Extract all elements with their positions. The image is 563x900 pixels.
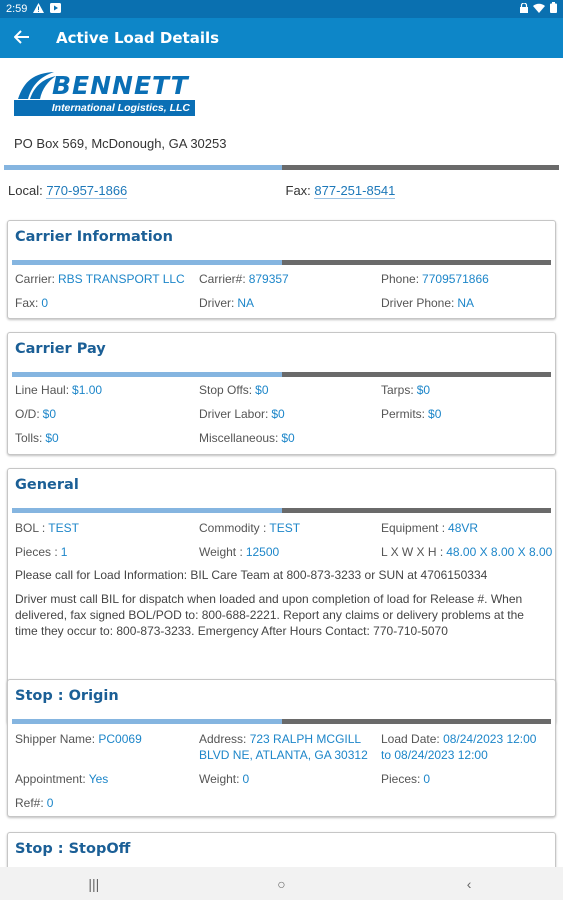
card-title: Carrier Pay [15, 341, 106, 357]
back-icon[interactable]: ‹ [439, 876, 499, 892]
dispatch-instructions: Driver must call BIL for dispatch when l… [15, 592, 524, 638]
pieces-field: Pieces: 0 [381, 772, 431, 786]
bol-field: BOL : TEST [15, 521, 79, 535]
battery-icon [550, 2, 557, 16]
load-date-field: Load Date: 08/24/2023 12:00 to 08/24/202… [381, 732, 537, 762]
od-field: O/D: $0 [15, 407, 57, 421]
driver-field: Driver: NA [199, 296, 255, 310]
card-title: Stop : StopOff [15, 841, 131, 857]
divider [12, 372, 551, 377]
permits-field: Permits: $0 [381, 407, 442, 421]
stop-stopoff-card: Stop : StopOff [7, 832, 556, 867]
recent-apps-icon[interactable]: ||| [64, 876, 124, 892]
dimensions-field: L X W X H :48.00 X 8.00 X 8.00 [381, 545, 553, 559]
card-title: Carrier Information [15, 229, 173, 245]
address-field: Address: 723 RALPH MCGILL BLVD NE, ATLAN… [199, 732, 368, 762]
tolls-field: Tolls: $0 [15, 431, 59, 445]
ref-field: Ref#: 0 [15, 796, 54, 810]
line-haul-field: Line Haul: $1.00 [15, 383, 103, 397]
fax-value: 0 [41, 296, 49, 310]
pieces-field: Pieces :1 [15, 545, 68, 559]
home-icon[interactable]: ○ [251, 876, 311, 892]
play-icon [50, 2, 62, 16]
logo-name: BENNETT [52, 71, 189, 100]
stop-offs-field: Stop Offs: $0 [199, 383, 269, 397]
card-title: General [15, 477, 79, 493]
appointment-field: Appointment: Yes [15, 772, 109, 786]
contact-row: Local: 770-957-1866 Fax: 877-251-8541 [8, 183, 563, 199]
arrow-back-icon[interactable] [13, 28, 44, 48]
company-address: PO Box 569, McDonough, GA 30253 [14, 136, 227, 151]
carrier-info-card: Carrier Information Carrier: RBS TRANSPOR… [7, 220, 556, 319]
driver-labor-field: Driver Labor: $0 [199, 407, 285, 421]
local-phone-link[interactable]: 770-957-1866 [46, 183, 128, 199]
equipment-field: Equipment :48VR [381, 521, 479, 535]
driver-phone-field: Driver Phone: NA [381, 296, 475, 310]
driver-phone-value[interactable]: NA [457, 296, 474, 310]
divider [12, 260, 551, 265]
weight-field: Weight :12500 [199, 545, 280, 559]
local-label: Local: [8, 183, 43, 198]
status-time: 2:59 [6, 3, 28, 15]
commodity-field: Commodity : TEST [199, 521, 301, 535]
stop-origin-card: Stop : Origin Shipper Name: PC0069 Addre… [7, 679, 556, 817]
page-title: Active Load Details [56, 29, 220, 47]
system-nav-bar: ||| ○ ‹ [0, 867, 563, 900]
card-title: Stop : Origin [15, 688, 119, 704]
divider [12, 508, 551, 513]
carrier-number-field: Carrier#: 879357 [199, 272, 289, 286]
weight-field: Weight: 0 [199, 772, 250, 786]
status-bar: 2:59 [0, 0, 563, 18]
misc-field: Miscellaneous: $0 [199, 431, 295, 445]
carrier-value: RBS TRANSPORT LLC [58, 272, 185, 286]
scroll-content[interactable]: BENNETT International Logistics, LLC PO … [0, 58, 563, 867]
carrier-field: Carrier: RBS TRANSPORT LLC [15, 272, 185, 286]
phone-field: Phone: 7709571866 [381, 272, 489, 286]
logo-tagline: International Logistics, LLC [14, 100, 195, 116]
load-info-note: Please call for Load Information: BIL Ca… [15, 568, 488, 582]
carrier-number-value: 879357 [248, 272, 289, 286]
wifi-icon [533, 3, 545, 16]
divider [4, 165, 559, 170]
fax-label: Fax: [285, 183, 311, 198]
driver-value: NA [237, 296, 255, 310]
fax-number-link[interactable]: 877-251-8541 [314, 183, 396, 199]
phone-value[interactable]: 7709571866 [422, 272, 489, 286]
warning-icon [33, 2, 45, 16]
lock-icon [520, 1, 528, 16]
tarps-field: Tarps: $0 [381, 383, 431, 397]
app-bar: Active Load Details [0, 18, 563, 58]
divider [12, 719, 551, 724]
shipper-field: Shipper Name: PC0069 [15, 732, 142, 746]
carrier-pay-card: Carrier Pay Line Haul: $1.00 Stop Offs: $0… [7, 332, 556, 455]
company-logo: BENNETT International Logistics, LLC [12, 71, 197, 119]
fax-field: Fax: 0 [15, 296, 49, 310]
